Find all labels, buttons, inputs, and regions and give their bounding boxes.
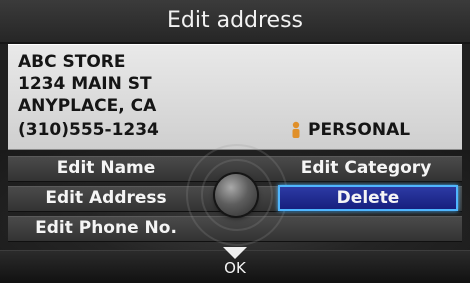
edit-phone-option[interactable]: Edit Phone No. — [16, 216, 196, 240]
edit-category-option[interactable]: Edit Category — [278, 156, 454, 180]
ok-label: OK — [224, 259, 246, 277]
selector-knob[interactable] — [215, 174, 257, 216]
down-arrow-icon — [223, 247, 247, 259]
address-name: ABC STORE — [18, 52, 126, 72]
edit-menu: Edit Name Edit Address Edit Phone No. Ed… — [0, 144, 470, 283]
address-street: 1234 MAIN ST — [18, 74, 152, 94]
edit-name-option[interactable]: Edit Name — [16, 156, 196, 180]
address-category: PERSONAL — [290, 119, 410, 141]
address-phone: (310)555-1234 — [18, 120, 159, 140]
edit-address-screen: Edit address ABC STORE 1234 MAIN ST ANYP… — [0, 0, 470, 283]
address-city-state: ANYPLACE, CA — [18, 96, 157, 116]
screen-title: Edit address — [0, 0, 470, 44]
personal-category-icon — [290, 121, 302, 139]
delete-option[interactable]: Delete — [278, 185, 458, 211]
category-label: PERSONAL — [308, 120, 411, 140]
edit-address-option[interactable]: Edit Address — [16, 186, 196, 210]
ok-button[interactable]: OK — [215, 246, 255, 282]
address-info-panel: ABC STORE 1234 MAIN ST ANYPLACE, CA (310… — [8, 44, 462, 151]
